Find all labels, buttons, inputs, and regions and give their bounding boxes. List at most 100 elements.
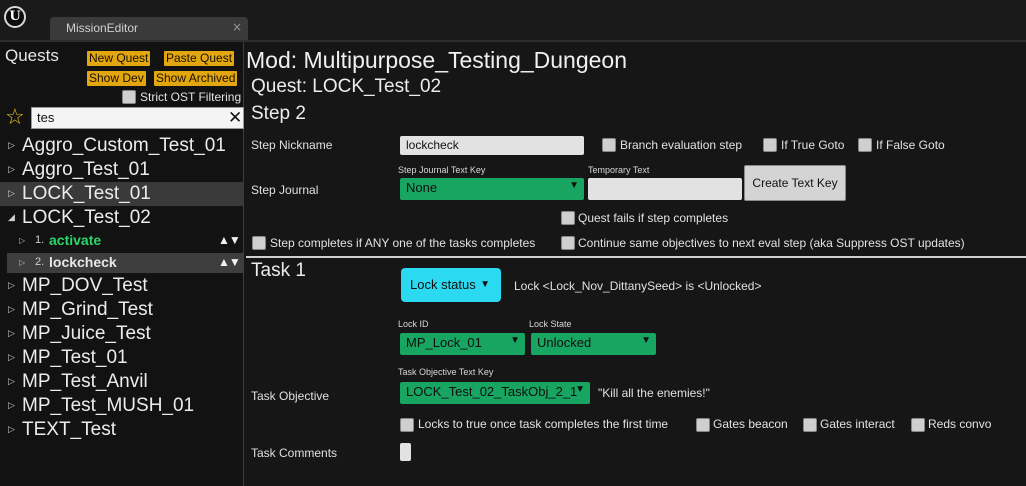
lock-state-dropdown[interactable]: Unlocked ▼ [531,333,656,355]
expand-arrow-icon[interactable]: ▷ [8,164,15,175]
quest-item[interactable]: ▷ MP_DOV_Test [0,274,244,298]
tab-close-icon[interactable]: × [232,20,242,34]
expand-arrow-icon[interactable]: ▷ [8,424,15,435]
mod-title: Mod: Multipurpose_Testing_Dungeon [246,47,628,73]
continue-objectives-checkbox[interactable] [561,236,575,250]
quest-item[interactable]: ▷ MP_Test_01 [0,346,244,370]
chevron-down-icon: ▼ [569,180,579,191]
temporary-text-input[interactable] [588,178,742,200]
if-true-goto-label: If True Goto [781,138,845,152]
locks-true-checkbox[interactable] [400,418,414,432]
clear-search-icon[interactable]: ✕ [228,107,242,129]
lock-id-label: Lock ID [398,319,429,329]
gates-interact-checkbox[interactable] [803,418,817,432]
gates-interact-label: Gates interact [820,417,895,431]
step-any-task-label: Step completes if ANY one of the tasks c… [270,236,536,250]
quest-title: Quest: LOCK_Test_02 [251,76,442,97]
lock-id-dropdown[interactable]: MP_Lock_01 ▼ [400,333,525,355]
expand-arrow-icon[interactable]: ▷ [8,280,15,291]
quest-item-expanded[interactable]: ◢ LOCK_Test_02 [0,206,244,230]
expand-arrow-icon[interactable]: ▷ [8,140,15,151]
chevron-down-icon: ▼ [480,279,490,290]
branch-eval-checkbox[interactable] [602,138,616,152]
step-any-task-checkbox[interactable] [252,236,266,250]
if-false-goto-checkbox[interactable] [858,138,872,152]
quest-name: MP_Juice_Test [22,323,151,344]
task-comments-input[interactable] [400,443,411,461]
task-objective-text: "Kill all the enemies!" [598,386,710,400]
quest-item-selected[interactable]: ▷ LOCK_Test_01 [0,182,244,206]
step-name: activate [49,232,102,248]
journal-key-label: Step Journal Text Key [398,165,486,175]
temporary-text-label: Temporary Text [588,165,650,175]
task-type-value: Lock status [410,277,476,292]
expand-arrow-icon[interactable]: ▷ [8,376,15,387]
if-false-goto-label: If False Goto [876,138,945,152]
show-archived-button[interactable]: Show Archived [154,71,238,86]
gates-beacon-label: Gates beacon [713,417,788,431]
move-step-arrows-icon[interactable]: ▲▼ [218,255,241,269]
if-true-goto-checkbox[interactable] [763,138,777,152]
create-text-key-button[interactable]: Create Text Key [744,165,846,201]
strict-ost-filter-label: Strict OST Filtering [140,90,242,104]
quest-item[interactable]: ▷ TEXT_Test [0,418,244,442]
show-dev-button[interactable]: Show Dev [87,71,146,86]
gates-beacon-checkbox[interactable] [696,418,710,432]
move-step-arrows-icon[interactable]: ▲▼ [218,233,241,247]
quest-item[interactable]: ▷ MP_Test_Anvil [0,370,244,394]
quest-name: MP_Test_01 [22,347,128,368]
quest-name: Aggro_Custom_Test_01 [22,135,226,156]
step-nickname-label: Step Nickname [251,138,333,152]
step-item[interactable]: ▷ 1. activate ▲▼ [7,231,244,251]
quest-name: TEXT_Test [22,419,116,440]
step-name: lockcheck [49,254,117,270]
quest-name: MP_Grind_Test [22,299,153,320]
quest-item[interactable]: ▷ Aggro_Custom_Test_01 [0,134,244,158]
step-nickname-input[interactable]: lockcheck [400,136,584,155]
journal-key-dropdown[interactable]: None ▼ [400,178,584,200]
expand-arrow-icon[interactable]: ▷ [8,188,15,199]
expand-arrow-icon[interactable]: ▷ [8,352,15,363]
quest-fails-label: Quest fails if step completes [578,211,729,225]
star-icon[interactable]: ☆ [5,106,25,130]
step-header: Step 2 [251,103,306,124]
quest-name: MP_DOV_Test [22,275,148,296]
expand-arrow-icon[interactable]: ▷ [8,400,15,411]
quest-fails-checkbox[interactable] [561,211,575,225]
paste-quest-button[interactable]: Paste Quest [164,51,235,66]
lock-status-text: Lock <Lock_Nov_DittanySeed> is <Unlocked… [514,279,762,293]
continue-objectives-label: Continue same objectives to next eval st… [578,236,965,250]
expand-arrow-icon[interactable]: ▷ [19,258,25,267]
quest-name: LOCK_Test_02 [22,207,151,228]
chevron-down-icon: ▼ [510,335,520,346]
step-journal-label: Step Journal [251,183,319,197]
new-quest-button[interactable]: New Quest [87,51,151,66]
task-type-dropdown[interactable]: Lock status ▼ [401,268,501,302]
step-item-selected[interactable]: ▷ 2. lockcheck ▲▼ [7,253,244,273]
quest-item[interactable]: ▷ MP_Juice_Test [0,322,244,346]
quest-item[interactable]: ▷ MP_Test_MUSH_01 [0,394,244,418]
step-number: 2. [35,256,45,268]
task-obj-key-dropdown[interactable]: LOCK_Test_02_TaskObj_2_1 ▼ [400,382,590,404]
branch-eval-label: Branch evaluation step [620,138,743,152]
expand-arrow-icon[interactable]: ▷ [8,304,15,315]
search-input[interactable]: tes [31,107,244,129]
expand-arrow-icon[interactable]: ▷ [8,328,15,339]
unreal-logo-icon: U [4,6,26,28]
quest-item[interactable]: ▷ MP_Grind_Test [0,298,244,322]
lock-state-label: Lock State [529,319,572,329]
task-comments-label: Task Comments [251,446,338,460]
reds-convo-checkbox[interactable] [911,418,925,432]
locks-true-label: Locks to true once task completes the fi… [418,417,669,431]
quest-name: MP_Test_MUSH_01 [22,395,195,416]
quest-name: MP_Test_Anvil [22,371,148,392]
task-header: Task 1 [251,260,306,281]
lock-state-value: Unlocked [537,335,592,350]
quest-item[interactable]: ▷ Aggro_Test_01 [0,158,244,182]
strict-ost-filter-checkbox[interactable] [122,90,136,104]
expand-arrow-icon[interactable]: ▷ [19,236,25,245]
quest-name: Aggro_Test_01 [22,159,150,180]
step-number: 1. [35,234,45,246]
chevron-down-icon: ▼ [575,384,585,395]
collapse-arrow-icon[interactable]: ◢ [8,212,15,223]
